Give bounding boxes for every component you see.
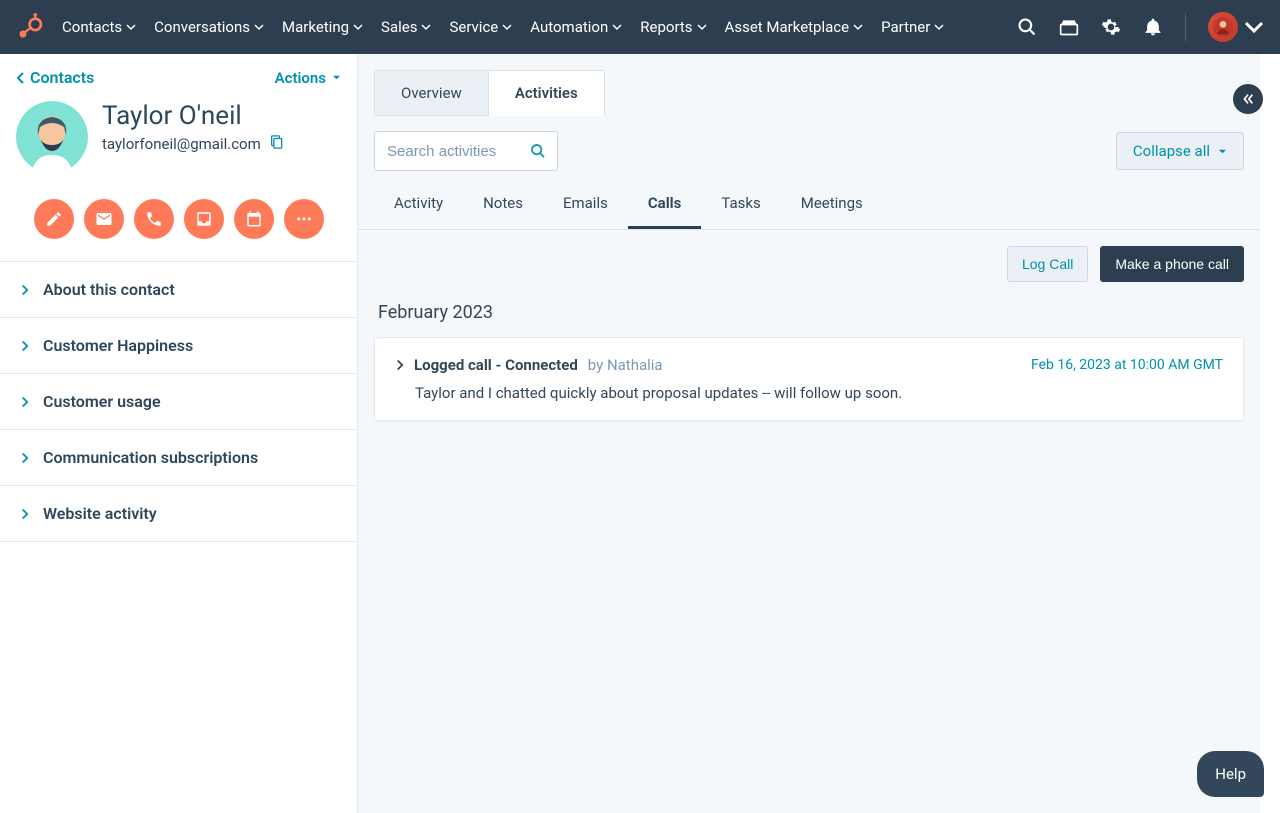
accordion-customer-happiness[interactable]: Customer Happiness	[0, 318, 357, 374]
gear-icon[interactable]	[1101, 17, 1121, 37]
bell-icon[interactable]	[1143, 17, 1163, 37]
contact-action-icons	[0, 187, 357, 261]
accordion-sections: About this contact Customer Happiness Cu…	[0, 261, 357, 542]
card-body: Taylor and I chatted quickly about propo…	[395, 374, 1223, 402]
chevron-down-icon	[853, 22, 863, 32]
nav-item-contacts[interactable]: Contacts	[62, 18, 136, 36]
more-actions-button[interactable]	[284, 199, 324, 239]
right-rail	[1260, 54, 1280, 813]
nav-item-service[interactable]: Service	[449, 18, 512, 36]
chevron-down-icon	[697, 22, 707, 32]
tab-activities[interactable]: Activities	[489, 70, 605, 116]
subtab-activity[interactable]: Activity	[374, 186, 463, 229]
call-log-card[interactable]: Logged call - Connected by Nathalia Feb …	[374, 337, 1244, 421]
contact-avatar	[16, 101, 88, 173]
accordion-communication-subscriptions[interactable]: Communication subscriptions	[0, 430, 357, 486]
help-button[interactable]: Help	[1197, 751, 1264, 797]
nav-item-conversations[interactable]: Conversations	[154, 18, 264, 36]
phone-icon	[145, 210, 163, 228]
card-by: by Nathalia	[588, 356, 663, 374]
chevron-right-icon	[20, 340, 29, 352]
nav-right	[1017, 12, 1264, 42]
nav-item-sales[interactable]: Sales	[381, 18, 431, 36]
search-icon[interactable]	[1017, 17, 1037, 37]
back-to-contacts-link[interactable]: Contacts	[16, 68, 94, 87]
accordion-website-activity[interactable]: Website activity	[0, 486, 357, 542]
accordion-customer-usage[interactable]: Customer usage	[0, 374, 357, 430]
nav-item-automation[interactable]: Automation	[530, 18, 622, 36]
card-title: Logged call - Connected	[414, 356, 578, 374]
double-chevron-left-icon	[1241, 92, 1255, 106]
chevron-down-icon	[934, 22, 944, 32]
nav-item-partner[interactable]: Partner	[881, 18, 944, 36]
contact-sidebar: Contacts Actions Taylor O'neil taylorfon…	[0, 54, 358, 813]
chevron-right-icon	[20, 396, 29, 408]
schedule-meeting-button[interactable]	[234, 199, 274, 239]
log-activity-button[interactable]	[184, 199, 224, 239]
more-icon	[295, 210, 313, 228]
caret-down-icon	[1218, 147, 1227, 156]
caret-down-icon	[332, 73, 341, 82]
chevron-right-icon	[20, 284, 29, 296]
chevron-down-icon	[1244, 17, 1264, 37]
collapse-right-panel-button[interactable]	[1233, 84, 1263, 114]
tab-overview[interactable]: Overview	[374, 70, 489, 116]
search-activities	[374, 131, 558, 171]
chevron-down-icon	[612, 22, 622, 32]
chevron-down-icon	[353, 22, 363, 32]
chevron-down-icon	[126, 22, 136, 32]
user-menu[interactable]	[1208, 12, 1264, 42]
top-tabs: Overview Activities	[358, 54, 1260, 116]
chevron-down-icon	[421, 22, 431, 32]
calendar-icon	[245, 210, 263, 228]
accordion-about[interactable]: About this contact	[0, 262, 357, 318]
contact-header: Taylor O'neil taylorfoneil@gmail.com	[0, 95, 357, 187]
marketplace-icon[interactable]	[1059, 17, 1079, 37]
chevron-right-icon	[395, 359, 404, 371]
user-avatar	[1208, 12, 1238, 42]
log-call-button[interactable]: Log Call	[1007, 246, 1088, 282]
chevron-down-icon	[254, 22, 264, 32]
divider	[1185, 13, 1186, 41]
actions-dropdown[interactable]: Actions	[275, 69, 341, 87]
activity-subtabs: Activity Notes Emails Calls Tasks Meetin…	[358, 186, 1260, 230]
nav-item-marketing[interactable]: Marketing	[282, 18, 363, 36]
call-action-buttons: Log Call Make a phone call	[358, 230, 1260, 298]
send-email-button[interactable]	[84, 199, 124, 239]
copy-email-button[interactable]	[269, 134, 283, 153]
inbox-icon	[195, 210, 213, 228]
nav-items: Contacts Conversations Marketing Sales S…	[62, 18, 1017, 36]
contact-name: Taylor O'neil	[102, 101, 283, 132]
collapse-all-button[interactable]: Collapse all	[1116, 132, 1244, 170]
main-panel: Overview Activities Collapse all Activit…	[358, 54, 1260, 813]
subtab-tasks[interactable]: Tasks	[701, 186, 780, 229]
make-call-button[interactable]	[134, 199, 174, 239]
hubspot-logo-icon[interactable]	[16, 13, 44, 41]
chevron-left-icon	[16, 72, 26, 84]
compose-note-button[interactable]	[34, 199, 74, 239]
card-timestamp[interactable]: Feb 16, 2023 at 10:00 AM GMT	[1031, 357, 1223, 373]
make-phone-call-button[interactable]: Make a phone call	[1100, 246, 1244, 282]
chevron-down-icon	[502, 22, 512, 32]
nav-item-reports[interactable]: Reports	[640, 18, 706, 36]
chevron-right-icon	[20, 452, 29, 464]
chevron-right-icon	[20, 508, 29, 520]
search-icon[interactable]	[530, 143, 546, 159]
subtab-notes[interactable]: Notes	[463, 186, 543, 229]
pencil-icon	[45, 210, 63, 228]
subtab-emails[interactable]: Emails	[543, 186, 628, 229]
subtab-calls[interactable]: Calls	[628, 186, 702, 229]
envelope-icon	[95, 210, 113, 228]
top-navigation: Contacts Conversations Marketing Sales S…	[0, 0, 1280, 54]
contact-email: taylorfoneil@gmail.com	[102, 135, 261, 153]
subtab-meetings[interactable]: Meetings	[781, 186, 883, 229]
nav-item-asset-marketplace[interactable]: Asset Marketplace	[725, 18, 864, 36]
month-header: February 2023	[358, 298, 1260, 337]
